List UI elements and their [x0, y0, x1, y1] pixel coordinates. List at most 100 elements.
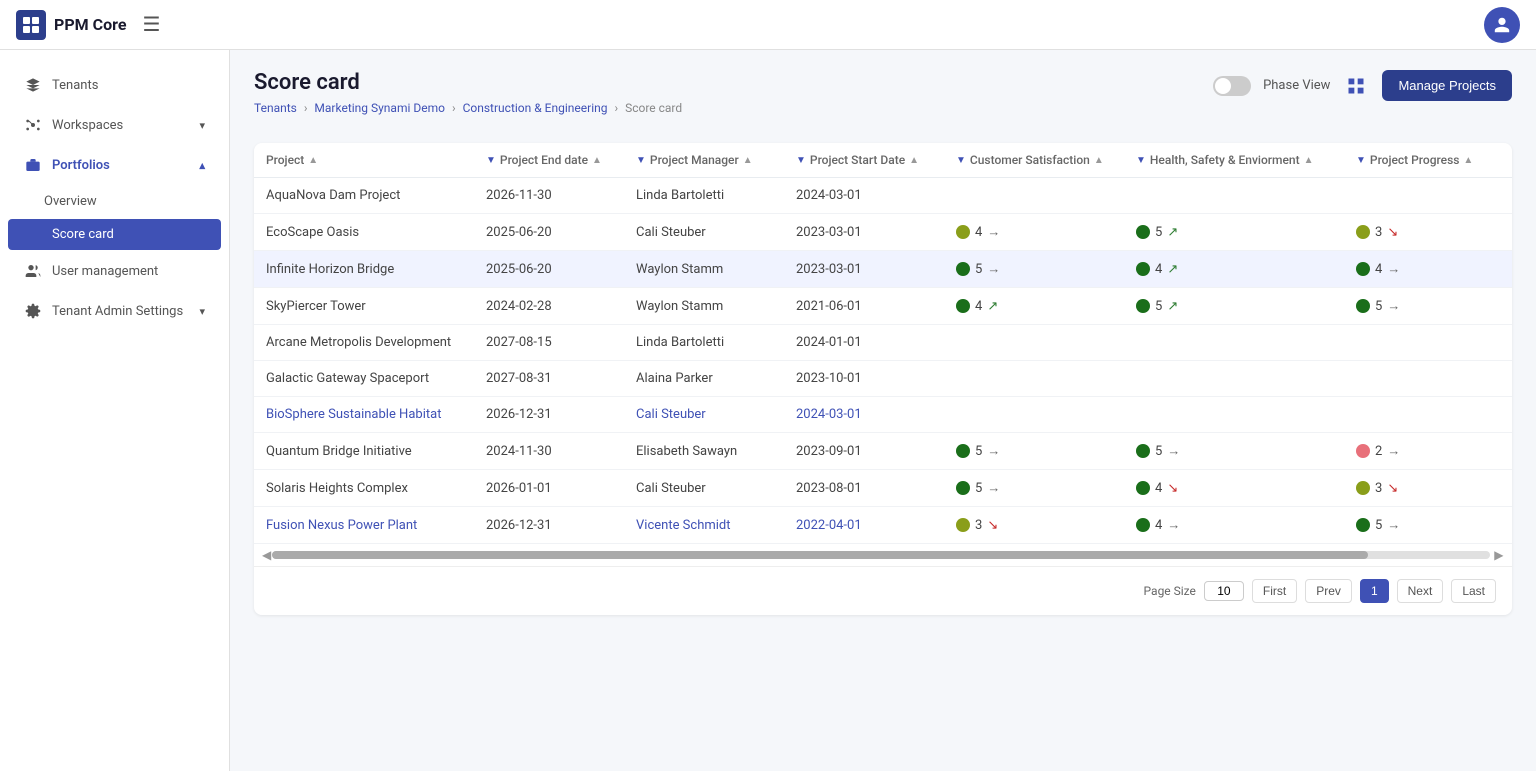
score-dot	[1136, 444, 1150, 458]
last-page-button[interactable]: Last	[1451, 579, 1496, 603]
grid-view-icon[interactable]	[1342, 72, 1370, 100]
manager-cell: Elisabeth Sawayn	[624, 433, 784, 470]
current-page-button[interactable]: 1	[1360, 579, 1389, 603]
table-row: Infinite Horizon Bridge 2025-06-20 Waylo…	[254, 251, 1512, 288]
score-dot	[1136, 225, 1150, 239]
project-name-cell[interactable]: SkyPiercer Tower	[254, 288, 474, 325]
avatar-button[interactable]	[1484, 7, 1520, 43]
sidebar-item-tenant-admin[interactable]: Tenant Admin Settings ▾	[8, 292, 221, 330]
score-cell: 4 →	[1124, 507, 1344, 544]
score-cell	[1504, 397, 1512, 433]
portfolios-svg	[25, 157, 41, 173]
score-cell	[944, 178, 1124, 214]
score-dot	[1356, 481, 1370, 495]
sidebar-item-scorecard[interactable]: Score card	[8, 219, 221, 250]
score-dot	[956, 518, 970, 532]
page-size-input[interactable]	[1204, 581, 1244, 601]
app-name: PPM Core	[54, 15, 126, 34]
col-end-date-filter[interactable]: ▼	[486, 155, 496, 166]
score-cell	[1344, 325, 1504, 361]
col-manager-filter[interactable]: ▼	[636, 155, 646, 166]
tenant-admin-icon	[24, 302, 42, 320]
score-cell: 5 →	[944, 433, 1124, 470]
start-date-cell: 2023-08-01	[784, 470, 944, 507]
start-date-cell: 2024-01-01	[784, 325, 944, 361]
end-date-cell: 2026-11-30	[474, 178, 624, 214]
col-progress-filter[interactable]: ▼	[1356, 155, 1366, 166]
score-value: 5	[975, 262, 982, 277]
score-cell	[1344, 397, 1504, 433]
score-value: 5	[1155, 225, 1162, 240]
col-end-date-sort[interactable]: ▲	[592, 155, 602, 166]
hamburger-button[interactable]: ☰	[142, 12, 160, 37]
project-name-cell[interactable]: AquaNova Dam Project	[254, 178, 474, 214]
score-arrow: ↘	[1387, 225, 1398, 240]
top-bar-left: PPM Core ☰	[16, 10, 160, 40]
score-arrow: →	[1387, 298, 1400, 314]
col-manager-sort[interactable]: ▲	[743, 155, 753, 166]
table-row: Quantum Bridge Initiative 2024-11-30 Eli…	[254, 433, 1512, 470]
col-progress-label: Project Progress	[1370, 153, 1460, 167]
project-name-cell[interactable]: EcoScape Oasis	[254, 214, 474, 251]
sidebar-item-tenants[interactable]: Tenants	[8, 66, 221, 104]
score-cell: 3 ↘	[944, 507, 1124, 544]
score-cell	[1124, 397, 1344, 433]
sidebar-item-overview[interactable]: Overview	[0, 186, 229, 217]
col-health-safety-sort[interactable]: ▲	[1304, 155, 1314, 166]
project-name-cell[interactable]: Arcane Metropolis Development	[254, 325, 474, 361]
col-progress-sort[interactable]: ▲	[1463, 155, 1473, 166]
score-cell	[1504, 214, 1512, 251]
manager-cell: Vicente Schmidt	[624, 507, 784, 544]
score-dot	[1356, 225, 1370, 239]
col-customer-sat-filter[interactable]: ▼	[956, 155, 966, 166]
scroll-right-arrow[interactable]: ▶	[1494, 548, 1504, 562]
score-cell	[1344, 361, 1504, 397]
end-date-cell: 2025-06-20	[474, 214, 624, 251]
col-start-date-sort[interactable]: ▲	[909, 155, 919, 166]
sidebar-item-scorecard-label: Score card	[52, 227, 114, 242]
prev-page-button[interactable]: Prev	[1305, 579, 1352, 603]
project-name-cell[interactable]: Galactic Gateway Spaceport	[254, 361, 474, 397]
start-date-cell: 2023-10-01	[784, 361, 944, 397]
breadcrumb-construction[interactable]: Construction & Engineering	[463, 101, 608, 115]
score-cell	[1504, 507, 1512, 544]
sidebar-item-user-management[interactable]: User management	[8, 252, 221, 290]
project-name-cell[interactable]: Fusion Nexus Power Plant	[254, 507, 474, 544]
phase-view-toggle[interactable]	[1213, 76, 1251, 96]
breadcrumb-marketing[interactable]: Marketing Synami Demo	[314, 101, 445, 115]
sidebar-item-portfolios[interactable]: Portfolios ▴	[8, 146, 221, 184]
col-health-safety-filter[interactable]: ▼	[1136, 155, 1146, 166]
col-header-customer-sat: ▼ Customer Satisfaction ▲	[944, 143, 1124, 178]
project-name-cell[interactable]: Infinite Horizon Bridge	[254, 251, 474, 288]
start-date-cell: 2023-09-01	[784, 433, 944, 470]
score-dot	[956, 481, 970, 495]
score-arrow: ↘	[987, 518, 998, 533]
first-page-button[interactable]: First	[1252, 579, 1297, 603]
page-title: Score card	[254, 70, 682, 95]
sidebar-item-workspaces[interactable]: Workspaces ▾	[8, 106, 221, 144]
col-health-safety-label: Health, Safety & Enviorment	[1150, 153, 1300, 167]
col-project-sort[interactable]: ▲	[308, 155, 318, 166]
scroll-left-arrow[interactable]: ◀	[262, 548, 272, 562]
page-header: Score card Tenants › Marketing Synami De…	[254, 70, 682, 131]
col-customer-sat-sort[interactable]: ▲	[1094, 155, 1104, 166]
scroll-thumb	[272, 551, 1369, 559]
col-start-date-filter[interactable]: ▼	[796, 155, 806, 166]
project-name-cell[interactable]: BioSphere Sustainable Habitat	[254, 397, 474, 433]
score-value: 4	[1155, 518, 1162, 533]
score-cell	[944, 397, 1124, 433]
score-cell: 5 ↗	[1124, 288, 1344, 325]
manage-projects-button[interactable]: Manage Projects	[1382, 70, 1512, 101]
score-cell	[944, 361, 1124, 397]
next-page-button[interactable]: Next	[1397, 579, 1444, 603]
user-management-icon	[24, 262, 42, 280]
project-name-cell[interactable]: Solaris Heights Complex	[254, 470, 474, 507]
score-cell: 4 →	[944, 214, 1124, 251]
sidebar-item-user-management-label: User management	[52, 264, 158, 279]
breadcrumb-sep-1: ›	[304, 101, 308, 115]
table-row: Fusion Nexus Power Plant 2026-12-31 Vice…	[254, 507, 1512, 544]
breadcrumb-tenants[interactable]: Tenants	[254, 101, 297, 115]
score-cell: 3 ↘	[1344, 214, 1504, 251]
project-name-cell[interactable]: Quantum Bridge Initiative	[254, 433, 474, 470]
horizontal-scrollbar[interactable]: ◀ ▶	[254, 544, 1512, 566]
